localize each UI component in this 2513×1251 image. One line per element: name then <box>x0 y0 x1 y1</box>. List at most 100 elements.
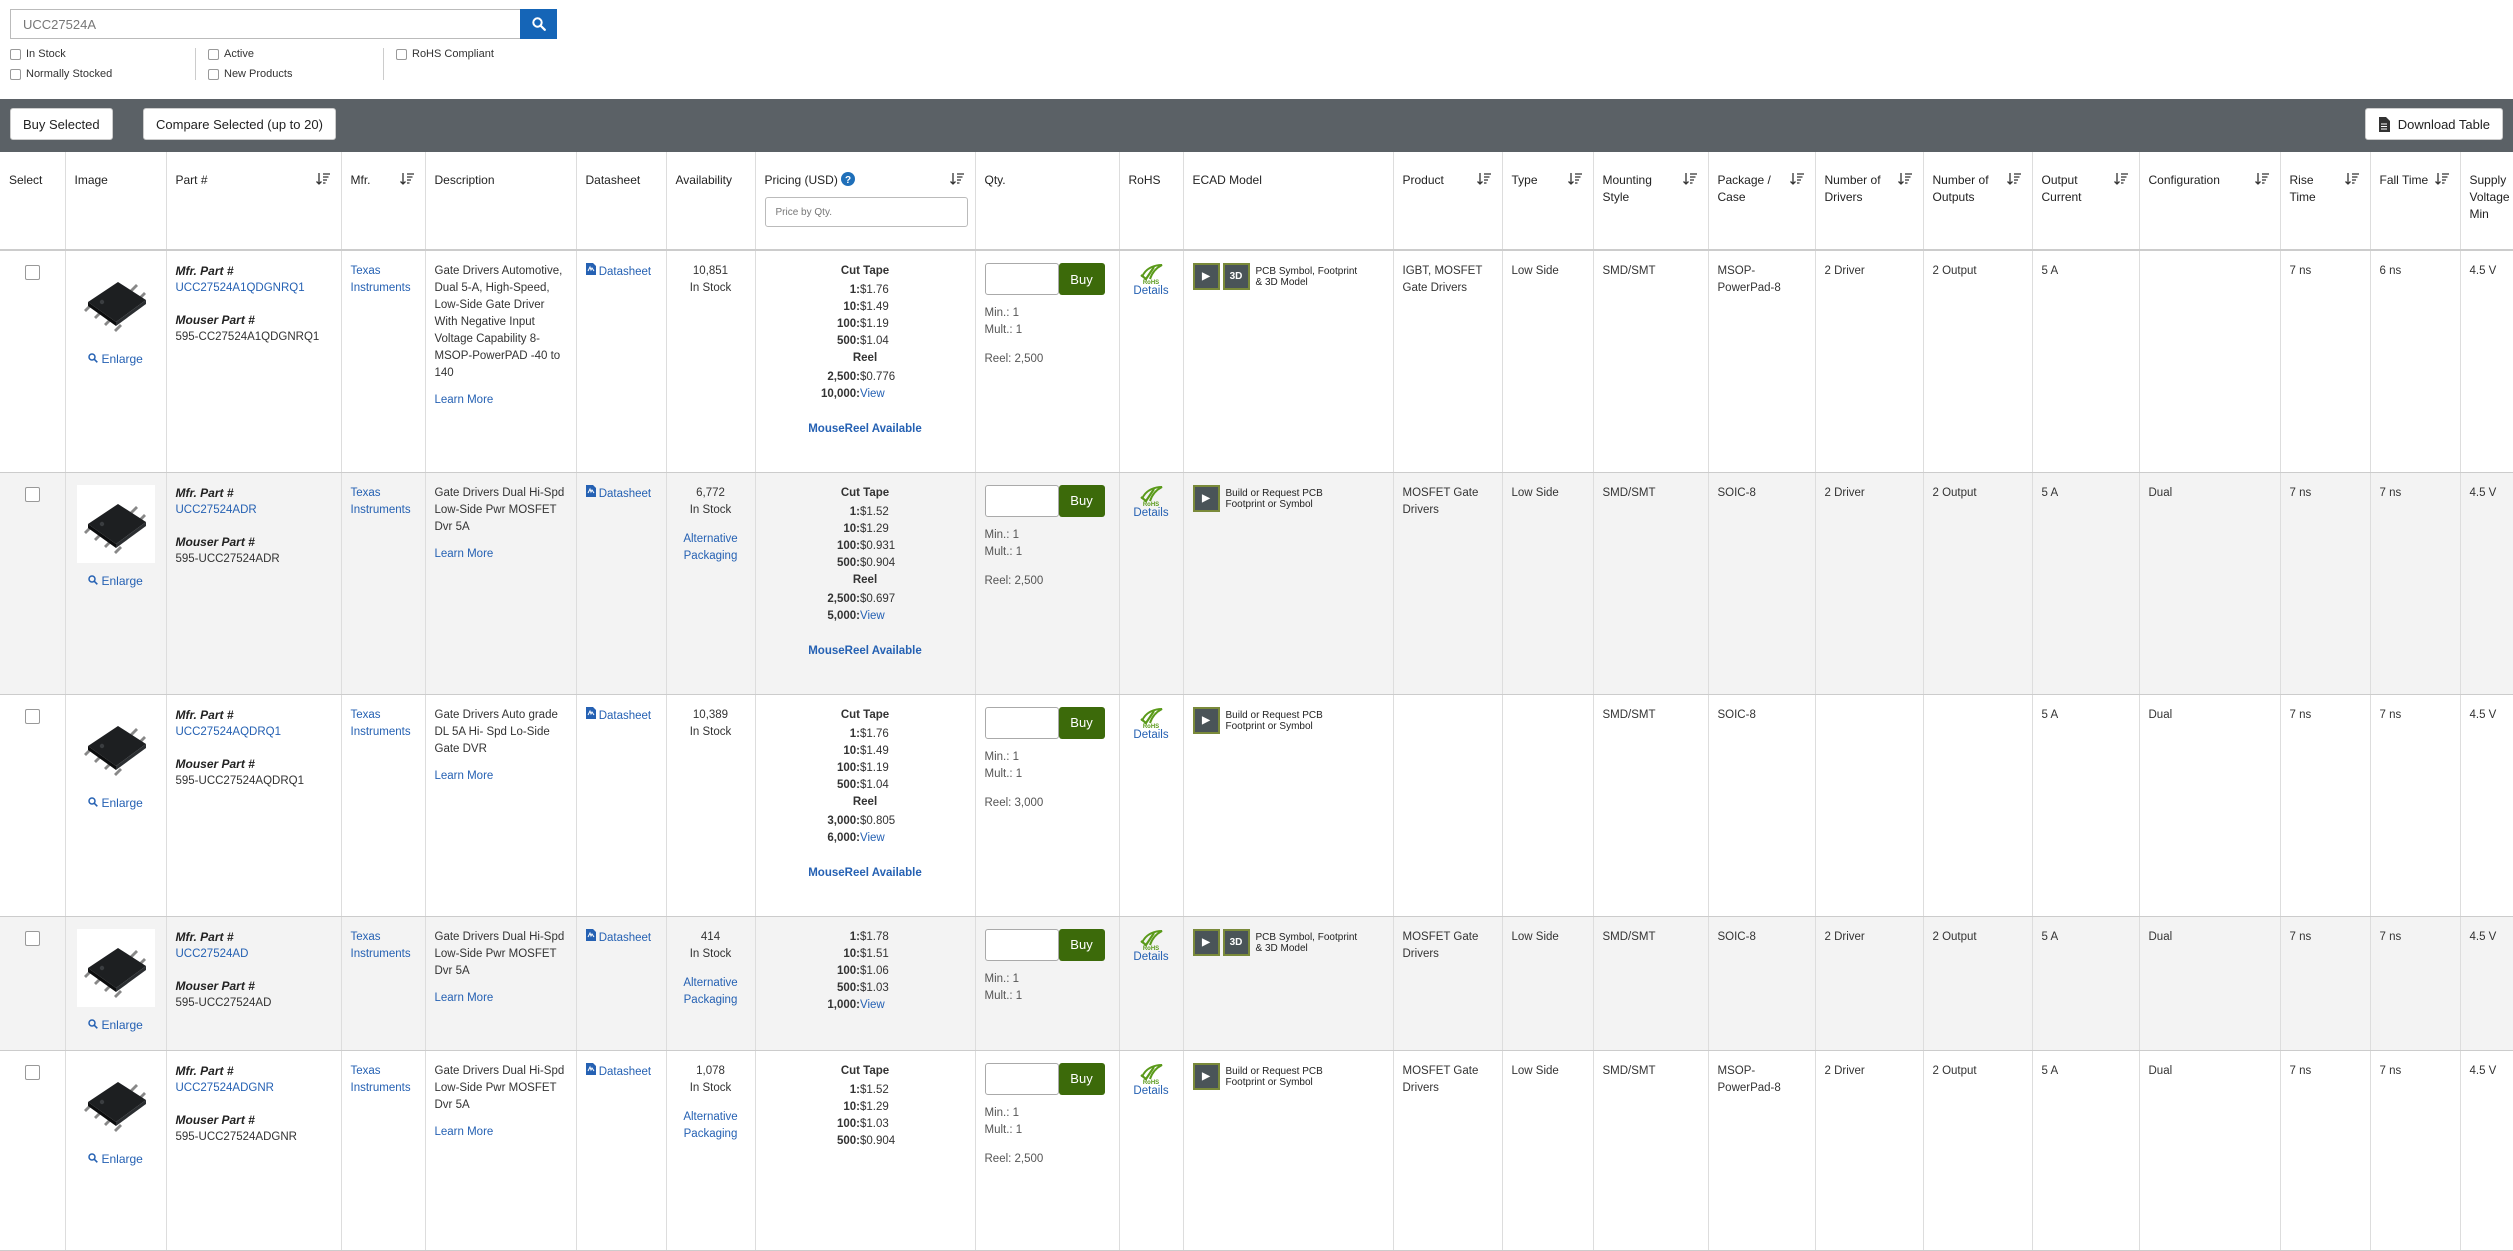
product-image[interactable] <box>76 484 155 563</box>
manufacturer-link[interactable]: Texas Instruments <box>351 1065 411 1094</box>
product-image[interactable] <box>76 1062 155 1141</box>
sort-icon[interactable] <box>1567 172 1583 185</box>
ecad-icon[interactable]: 3D <box>1222 263 1250 290</box>
rohs-details-link[interactable]: Details <box>1129 1083 1174 1100</box>
search-button[interactable] <box>520 9 557 39</box>
learn-more-link[interactable]: Learn More <box>435 394 494 406</box>
header-product[interactable]: Product <box>1393 152 1503 251</box>
datasheet-link[interactable]: Datasheet <box>585 928 651 944</box>
ecad-icon[interactable]: ▶ <box>1192 484 1220 512</box>
datasheet-link[interactable]: Datasheet <box>585 1062 651 1078</box>
ecad-model-link[interactable]: ▶ Build or Request PCB Footprint or Symbo… <box>1192 706 1384 734</box>
ecad-model-link[interactable]: ▶ Build or Request PCB Footprint or Symbo… <box>1192 484 1384 512</box>
mfr-part-link[interactable]: UCC27524AD <box>176 948 249 960</box>
header-part[interactable]: Part # <box>166 152 342 251</box>
checkbox[interactable] <box>208 68 219 80</box>
ecad-model-link[interactable]: ▶ 3D PCB Symbol, Footprint & 3D Model <box>1192 263 1384 290</box>
select-checkbox[interactable] <box>24 1064 40 1080</box>
product-image[interactable] <box>76 706 155 785</box>
datasheet-link[interactable]: Datasheet <box>585 484 651 500</box>
alternative-packaging-link[interactable]: Alternative Packaging <box>683 1111 737 1140</box>
mfr-part-link[interactable]: UCC27524AQDRQ1 <box>176 726 281 738</box>
quantity-input[interactable] <box>984 928 1059 961</box>
learn-more-link[interactable]: Learn More <box>435 770 494 782</box>
enlarge-link[interactable]: Enlarge <box>88 352 143 366</box>
sort-icon[interactable] <box>399 172 415 185</box>
ecad-model-link[interactable]: ▶ Build or Request PCB Footprint or Symbo… <box>1192 1062 1384 1090</box>
quantity-input[interactable] <box>984 706 1059 739</box>
header-fall-time[interactable]: Fall Time <box>2370 152 2461 251</box>
buy-button[interactable]: Buy <box>1058 484 1105 517</box>
filter-rohs-compliant[interactable]: RoHS Compliant <box>396 48 536 60</box>
sort-icon[interactable] <box>949 172 965 185</box>
ecad-icon[interactable]: ▶ <box>1192 706 1220 734</box>
checkbox[interactable] <box>208 48 219 60</box>
filter-in-stock[interactable]: In Stock <box>10 48 165 60</box>
header-rise-time[interactable]: Rise Time <box>2280 152 2371 251</box>
sort-icon[interactable] <box>2434 172 2450 185</box>
alternative-packaging-link[interactable]: Alternative Packaging <box>683 977 737 1006</box>
ecad-icon[interactable]: ▶ <box>1192 928 1220 956</box>
datasheet-link[interactable]: Datasheet <box>585 263 651 278</box>
header-number-of-outputs[interactable]: Number of Outputs <box>1923 152 2033 251</box>
alternative-packaging-link[interactable]: Alternative Packaging <box>683 533 737 562</box>
sort-icon[interactable] <box>1789 172 1805 185</box>
mfr-part-link[interactable]: UCC27524ADR <box>176 504 257 516</box>
product-image[interactable] <box>76 928 155 1007</box>
ecad-icon[interactable]: ▶ <box>1192 1062 1220 1090</box>
rohs-details-link[interactable]: Details <box>1129 505 1174 522</box>
sort-icon[interactable] <box>2113 172 2129 185</box>
sort-icon[interactable] <box>2254 172 2270 185</box>
mousereel-link[interactable]: MouseReel Available <box>765 421 966 438</box>
compare-selected-button[interactable]: Compare Selected (up to 20) <box>143 108 336 140</box>
buy-selected-button[interactable]: Buy Selected <box>10 108 113 140</box>
sort-icon[interactable] <box>315 172 331 185</box>
checkbox[interactable] <box>396 48 407 60</box>
rohs-details-link[interactable]: Details <box>1129 949 1174 966</box>
checkbox[interactable] <box>10 68 21 80</box>
sort-icon[interactable] <box>1476 172 1492 185</box>
mousereel-link[interactable]: MouseReel Available <box>765 643 966 660</box>
learn-more-link[interactable]: Learn More <box>435 548 494 560</box>
view-price-link[interactable]: View <box>860 997 930 1014</box>
quantity-input[interactable] <box>984 484 1059 517</box>
buy-button[interactable]: Buy <box>1058 263 1105 295</box>
header-mounting-style[interactable]: Mounting Style <box>1593 152 1709 251</box>
ecad-icon[interactable]: 3D <box>1222 928 1250 956</box>
header-package[interactable]: Package / Case <box>1708 152 1816 251</box>
header-pricing[interactable]: Pricing (USD) ? Price by Qty. <box>755 152 976 251</box>
header-output-current[interactable]: Output Current <box>2032 152 2140 251</box>
buy-button[interactable]: Buy <box>1058 706 1105 739</box>
buy-button[interactable]: Buy <box>1058 1062 1105 1095</box>
enlarge-link[interactable]: Enlarge <box>88 796 143 810</box>
learn-more-link[interactable]: Learn More <box>435 1126 494 1138</box>
ecad-icon[interactable]: ▶ <box>1192 263 1220 290</box>
view-price-link[interactable]: View <box>860 608 930 625</box>
search-input[interactable] <box>10 9 520 39</box>
price-by-qty-input[interactable]: Price by Qty. <box>764 197 968 227</box>
rohs-details-link[interactable]: Details <box>1129 727 1174 744</box>
quantity-input[interactable] <box>984 263 1059 295</box>
header-configuration[interactable]: Configuration <box>2139 152 2281 251</box>
view-price-link[interactable]: View <box>860 830 930 847</box>
sort-icon[interactable] <box>1682 172 1698 185</box>
datasheet-link[interactable]: Datasheet <box>585 706 651 722</box>
select-checkbox[interactable] <box>24 265 40 280</box>
header-mfr[interactable]: Mfr. <box>341 152 426 251</box>
view-price-link[interactable]: View <box>860 386 930 403</box>
mousereel-link[interactable]: MouseReel Available <box>765 865 966 882</box>
header-type[interactable]: Type <box>1502 152 1594 251</box>
manufacturer-link[interactable]: Texas Instruments <box>351 931 411 960</box>
sort-icon[interactable] <box>2344 172 2360 185</box>
select-checkbox[interactable] <box>24 930 40 946</box>
enlarge-link[interactable]: Enlarge <box>88 574 143 588</box>
buy-button[interactable]: Buy <box>1058 928 1105 961</box>
filter-active[interactable]: Active <box>208 48 353 60</box>
manufacturer-link[interactable]: Texas Instruments <box>351 709 411 738</box>
checkbox[interactable] <box>10 48 21 60</box>
header-number-of-drivers[interactable]: Number of Drivers <box>1815 152 1924 251</box>
product-image[interactable] <box>76 263 155 341</box>
filter-new-products[interactable]: New Products <box>208 68 353 80</box>
sort-icon[interactable] <box>1897 172 1913 185</box>
select-checkbox[interactable] <box>24 708 40 724</box>
